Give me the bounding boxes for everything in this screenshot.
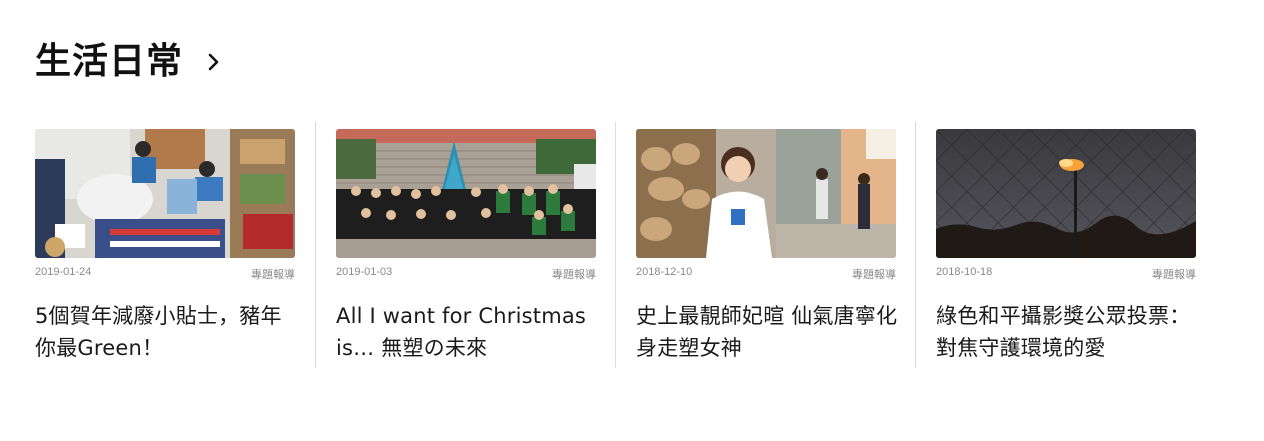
article-title[interactable]: All I want for Christmas is… 無塑の未來: [336, 300, 598, 364]
article-meta: 2018-12-10 專題報導: [636, 266, 896, 282]
card-divider: [915, 122, 916, 368]
article-date: 2019-01-24: [35, 266, 92, 278]
card-divider: [615, 122, 616, 368]
article-category: 專題報導: [1152, 269, 1196, 281]
article-date: 2019-01-03: [336, 266, 393, 278]
article-card[interactable]: 2018-12-10 專題報導 史上最靚師妃暄 仙氣唐寧化身走塑女神: [636, 122, 898, 368]
article-category: 專題報導: [852, 269, 896, 281]
article-date: 2018-12-10: [636, 266, 693, 278]
article-meta: 2019-01-24 專題報導: [35, 266, 295, 282]
article-thumbnail[interactable]: [636, 129, 896, 258]
card-divider: [315, 122, 316, 368]
section-title: 生活日常: [35, 41, 184, 82]
article-thumbnail[interactable]: [35, 129, 295, 258]
article-date: 2018-10-18: [936, 266, 993, 278]
article-meta: 2018-10-18 專題報導: [936, 266, 1196, 282]
article-title[interactable]: 史上最靚師妃暄 仙氣唐寧化身走塑女神: [636, 300, 898, 364]
article-category: 專題報導: [552, 269, 596, 281]
article-category: 專題報導: [251, 269, 295, 281]
article-card[interactable]: 2019-01-24 專題報導 5個賀年減廢小貼士，豬年你最Green！: [35, 122, 295, 368]
article-thumbnail[interactable]: [936, 129, 1196, 258]
article-title[interactable]: 綠色和平攝影獎公眾投票：對焦守護環境的愛: [936, 300, 1198, 364]
article-thumbnail[interactable]: [336, 129, 596, 258]
article-card[interactable]: 2019-01-03 專題報導 All I want for Christmas…: [336, 122, 596, 368]
article-meta: 2019-01-03 專題報導: [336, 266, 596, 282]
article-card[interactable]: 2018-10-18 專題報導 綠色和平攝影獎公眾投票：對焦守護環境的愛: [936, 122, 1196, 368]
article-card-list: 2019-01-24 專題報導 5個賀年減廢小貼士，豬年你最Green！ 201…: [0, 122, 1264, 368]
section-header-link[interactable]: 生活日常: [35, 40, 221, 84]
article-title[interactable]: 5個賀年減廢小貼士，豬年你最Green！: [35, 300, 297, 364]
chevron-right-icon: [207, 52, 221, 72]
